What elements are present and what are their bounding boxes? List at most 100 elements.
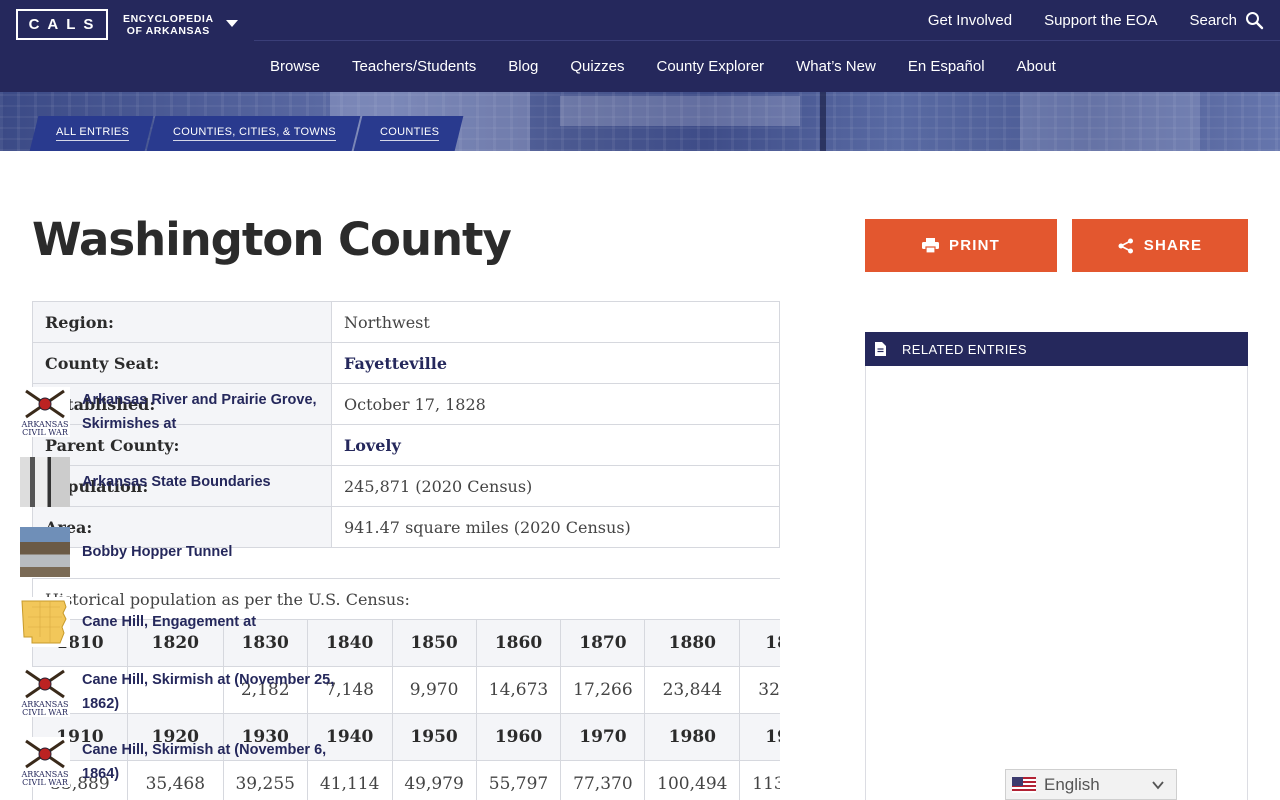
breadcrumb-label: ALL ENTRIES <box>56 126 130 141</box>
census-value: 113 <box>739 760 780 800</box>
civil-war-logo-thumbnail: ARKANSAS CIVIL WAR <box>20 667 70 717</box>
language-selector[interactable]: English <box>1005 769 1177 800</box>
related-entry-title: Bobby Hopper Tunnel <box>82 544 233 560</box>
page-title: Washington County <box>32 213 512 266</box>
nav-county-explorer[interactable]: County Explorer <box>641 58 781 75</box>
nav-teachers-students[interactable]: Teachers/Students <box>336 58 492 75</box>
chevron-down-icon[interactable] <box>226 20 238 27</box>
related-entry[interactable]: ARKANSAS CIVIL WAR Cane Hill, Skirmish a… <box>20 737 365 787</box>
census-value: 32 <box>739 666 780 714</box>
printer-icon <box>922 238 939 253</box>
main-nav: Browse Teachers/Students Blog Quizzes Co… <box>254 41 1280 92</box>
related-entries-title: RELATED ENTRIES <box>902 341 1027 357</box>
get-involved-link[interactable]: Get Involved <box>912 12 1028 29</box>
county-seat-link[interactable]: Fayetteville <box>344 354 447 373</box>
related-entry[interactable]: ARKANSAS CIVIL WAR Cane Hill, Skirmish a… <box>20 667 365 717</box>
banner-storefront <box>560 96 800 126</box>
census-value: 14,673 <box>475 666 562 714</box>
nav-blog[interactable]: Blog <box>492 58 554 75</box>
site-name-line1: ENCYCLOPEDIA <box>123 13 214 25</box>
search-icon <box>1246 11 1264 29</box>
civil-war-logo-thumbnail: ARKANSAS CIVIL WAR <box>20 387 70 437</box>
census-year: 1850 <box>391 619 477 667</box>
print-button[interactable]: PRINT <box>865 219 1057 272</box>
region-value: Northwest <box>331 301 780 343</box>
arkansas-map-thumbnail <box>20 597 70 647</box>
related-entry-title: Cane Hill, Engagement at <box>82 614 257 630</box>
share-label: SHARE <box>1143 237 1203 254</box>
census-year: 1970 <box>560 713 646 761</box>
share-icon <box>1118 238 1133 253</box>
share-button[interactable]: SHARE <box>1072 219 1248 272</box>
census-value: 23,844 <box>644 666 741 714</box>
related-entry-title: Cane Hill, Skirmish at (November 25, 186… <box>82 672 335 712</box>
nav-quizzes[interactable]: Quizzes <box>554 58 640 75</box>
census-year: 1960 <box>475 713 562 761</box>
nav-en-espanol[interactable]: En Español <box>892 58 1001 75</box>
cals-logo[interactable]: CALS <box>16 9 108 40</box>
related-entry[interactable]: Arkansas State Boundaries <box>20 457 365 507</box>
crossed-rifles-icon: ARKANSAS CIVIL WAR <box>21 739 69 787</box>
banner-divider <box>820 92 826 151</box>
site-name[interactable]: ENCYCLOPEDIA OF ARKANSAS <box>123 13 214 37</box>
established-value: October 17, 1828 <box>331 383 780 425</box>
parent-county-link[interactable]: Lovely <box>344 436 401 455</box>
us-flag-icon <box>1012 776 1036 793</box>
census-year: 19 <box>739 713 780 761</box>
breadcrumb-counties-cities-towns[interactable]: COUNTIES, CITIES, & TOWNS <box>146 116 361 151</box>
related-entry-title: Arkansas State Boundaries <box>82 474 271 490</box>
civil-war-logo-thumbnail: ARKANSAS CIVIL WAR <box>20 737 70 787</box>
breadcrumb-label: COUNTIES, CITIES, & TOWNS <box>173 126 337 141</box>
search-label: Search <box>1189 11 1237 29</box>
nav-whats-new[interactable]: What’s New <box>780 58 892 75</box>
related-entries-header: RELATED ENTRIES <box>865 332 1248 366</box>
language-label: English <box>1044 774 1100 794</box>
related-entries-panel: RELATED ENTRIES <box>865 332 1248 800</box>
chevron-down-icon <box>1152 781 1164 790</box>
census-value: 9,970 <box>391 666 477 714</box>
census-value: 55,797 <box>475 760 562 800</box>
nav-about[interactable]: About <box>1001 58 1072 75</box>
arkansas-map-icon <box>21 600 67 644</box>
census-value: 49,979 <box>391 760 477 800</box>
document-icon <box>875 342 886 356</box>
breadcrumb-all-entries[interactable]: ALL ENTRIES <box>29 116 154 151</box>
tunnel-photo-thumbnail <box>20 527 70 577</box>
census-value: 17,266 <box>560 666 646 714</box>
print-label: PRINT <box>949 237 1000 254</box>
parent-county-cell: Lovely <box>331 424 780 466</box>
search-link[interactable]: Search <box>1173 11 1280 30</box>
region-label: Region: <box>32 301 332 343</box>
area-value: 941.47 square miles (2020 Census) <box>331 506 780 548</box>
breadcrumb: ALL ENTRIES COUNTIES, CITIES, & TOWNS CO… <box>29 116 464 151</box>
census-year: 1860 <box>475 619 562 667</box>
nav-browse[interactable]: Browse <box>254 58 336 75</box>
crossed-rifles-icon: ARKANSAS CIVIL WAR <box>21 389 69 437</box>
crossed-rifles-icon: ARKANSAS CIVIL WAR <box>21 669 69 717</box>
table-row: County Seat: Fayetteville <box>32 342 780 384</box>
related-entry[interactable]: Bobby Hopper Tunnel <box>20 527 365 577</box>
civil-war-logo-line2: CIVIL WAR <box>22 708 69 717</box>
census-value: 100,494 <box>644 760 741 800</box>
civil-war-logo-line2: CIVIL WAR <box>22 428 69 437</box>
civil-war-logo-line2: CIVIL WAR <box>22 778 69 787</box>
boundary-photo-thumbnail <box>20 457 70 507</box>
related-entry-title: Arkansas River and Prairie Grove, Skirmi… <box>82 392 317 432</box>
support-eoa-link[interactable]: Support the EOA <box>1028 12 1173 29</box>
banner-sign <box>1020 92 1200 151</box>
census-year: 1980 <box>644 713 741 761</box>
census-year: 18 <box>739 619 780 667</box>
breadcrumb-counties[interactable]: COUNTIES <box>353 116 464 151</box>
related-entry[interactable]: ARKANSAS CIVIL WAR Arkansas River and Pr… <box>20 387 365 437</box>
utility-nav: Get Involved Support the EOA Search <box>912 0 1280 40</box>
county-seat-cell: Fayetteville <box>331 342 780 384</box>
population-value: 245,871 (2020 Census) <box>331 465 780 507</box>
census-year: 1870 <box>560 619 646 667</box>
census-year: 1880 <box>644 619 741 667</box>
table-row: Region: Northwest <box>32 301 780 343</box>
breadcrumb-label: COUNTIES <box>380 126 440 141</box>
site-name-line2: OF ARKANSAS <box>126 25 210 37</box>
census-year: 1950 <box>391 713 477 761</box>
related-entry[interactable]: Cane Hill, Engagement at <box>20 597 365 647</box>
county-seat-label: County Seat: <box>32 342 332 384</box>
